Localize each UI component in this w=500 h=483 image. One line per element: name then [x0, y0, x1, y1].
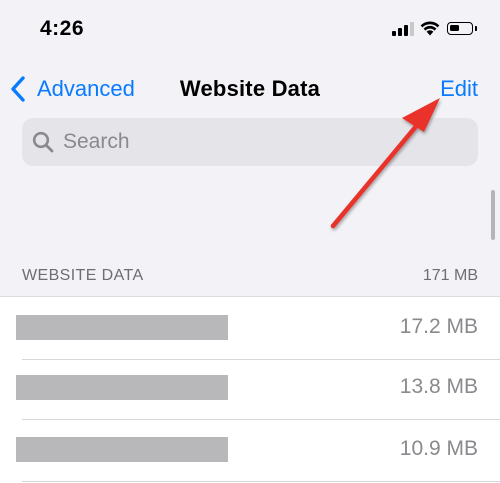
- scroll-indicator[interactable]: [491, 190, 495, 240]
- redacted-site-name: [16, 437, 228, 462]
- search-field[interactable]: [22, 118, 478, 166]
- website-data-list: 17.2 MB 13.8 MB 10.9 MB: [0, 296, 500, 483]
- section-header: WEBSITE DATA 171 MB: [22, 267, 478, 285]
- list-item[interactable]: 13.8 MB: [0, 357, 500, 420]
- site-data-size: 17.2 MB: [399, 315, 478, 338]
- battery-cap: [475, 26, 477, 31]
- wifi-icon: [420, 21, 440, 36]
- search-input[interactable]: [63, 130, 443, 154]
- status-bar: 4:26: [0, 0, 500, 60]
- section-header-title: WEBSITE DATA: [22, 267, 144, 284]
- chevron-left-icon: [11, 76, 25, 102]
- cellular-signal-icon: [392, 22, 414, 36]
- edit-button[interactable]: Edit: [440, 74, 478, 104]
- back-button[interactable]: Advanced: [10, 74, 135, 104]
- site-data-size: 10.9 MB: [399, 437, 478, 460]
- section-total-size: 171 MB: [422, 267, 478, 284]
- status-time: 4:26: [40, 17, 85, 40]
- list-item[interactable]: 17.2 MB: [0, 297, 500, 360]
- redacted-site-name: [16, 375, 228, 400]
- battery-icon: [447, 22, 473, 35]
- search-icon: [32, 131, 54, 153]
- site-data-size: 13.8 MB: [399, 375, 478, 398]
- navigation-bar: Advanced Website Data Edit: [0, 60, 500, 116]
- redacted-site-name: [16, 315, 228, 340]
- back-button-label: Advanced: [37, 76, 135, 101]
- list-item[interactable]: 10.9 MB: [0, 419, 500, 482]
